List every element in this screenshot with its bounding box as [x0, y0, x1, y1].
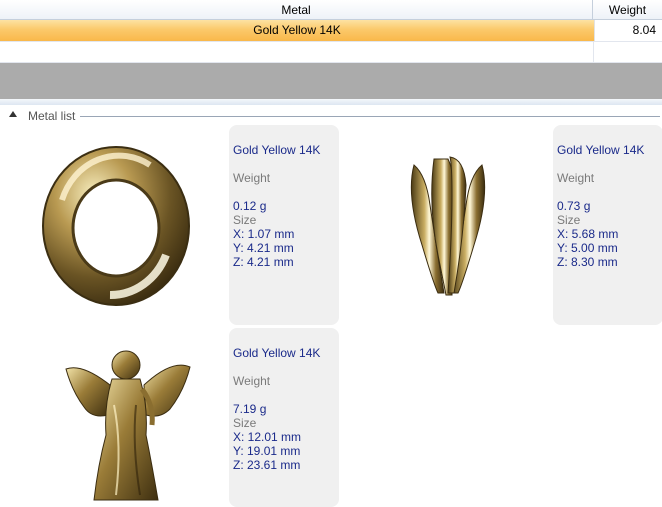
table-row-weight-cell[interactable]: 8.04	[594, 20, 662, 41]
metal-item-card: Gold Yellow 14K Weight 0.73 g Size X: 5.…	[553, 125, 662, 325]
item-size-x: X: 5.68 mm	[557, 227, 619, 241]
angel-figure-icon[interactable]	[62, 345, 192, 505]
item-size-x: X: 12.01 mm	[233, 430, 302, 444]
column-header-metal[interactable]: Metal	[0, 0, 593, 20]
item-weight-label: Weight	[233, 171, 271, 185]
metal-list-header: Metal list	[0, 107, 662, 127]
item-size-label: Size	[233, 416, 257, 430]
metal-list-title: Metal list	[28, 109, 76, 123]
ring-bail-icon[interactable]	[40, 145, 192, 307]
item-metal-name: Gold Yellow 14K	[233, 346, 321, 360]
item-size-z: Z: 4.21 mm	[233, 255, 294, 269]
item-size-z: Z: 23.61 mm	[233, 458, 301, 472]
item-size-label: Size	[557, 213, 581, 227]
grid-empty-area	[0, 63, 662, 99]
item-metal-name: Gold Yellow 14K	[233, 143, 321, 157]
item-weight-label: Weight	[233, 374, 271, 388]
column-header-weight[interactable]: Weight	[593, 0, 662, 20]
item-size-y: Y: 4.21 mm	[233, 241, 294, 255]
metal-item-card: Gold Yellow 14K Weight 7.19 g Size X: 12…	[229, 328, 339, 507]
item-weight-label: Weight	[557, 171, 595, 185]
item-size-x: X: 1.07 mm	[233, 227, 295, 241]
item-weight-value: 7.19 g	[233, 402, 267, 416]
item-size-label: Size	[233, 213, 257, 227]
item-size-y: Y: 5.00 mm	[557, 241, 618, 255]
item-metal-name: Gold Yellow 14K	[557, 143, 645, 157]
item-weight-value: 0.12 g	[233, 199, 267, 213]
collapse-triangle-icon[interactable]	[9, 111, 17, 117]
column-separator	[593, 42, 594, 64]
splitter[interactable]	[0, 99, 662, 105]
metal-item-card: Gold Yellow 14K Weight 0.12 g Size X: 1.…	[229, 125, 339, 325]
item-size-z: Z: 8.30 mm	[557, 255, 618, 269]
item-size-y: Y: 19.01 mm	[233, 444, 301, 458]
item-weight-value: 0.73 g	[557, 199, 591, 213]
pendant-cap-icon[interactable]	[400, 155, 496, 297]
table-row-empty	[0, 41, 662, 64]
section-divider	[80, 116, 660, 117]
table-row-metal-cell[interactable]: Gold Yellow 14K	[0, 20, 594, 41]
